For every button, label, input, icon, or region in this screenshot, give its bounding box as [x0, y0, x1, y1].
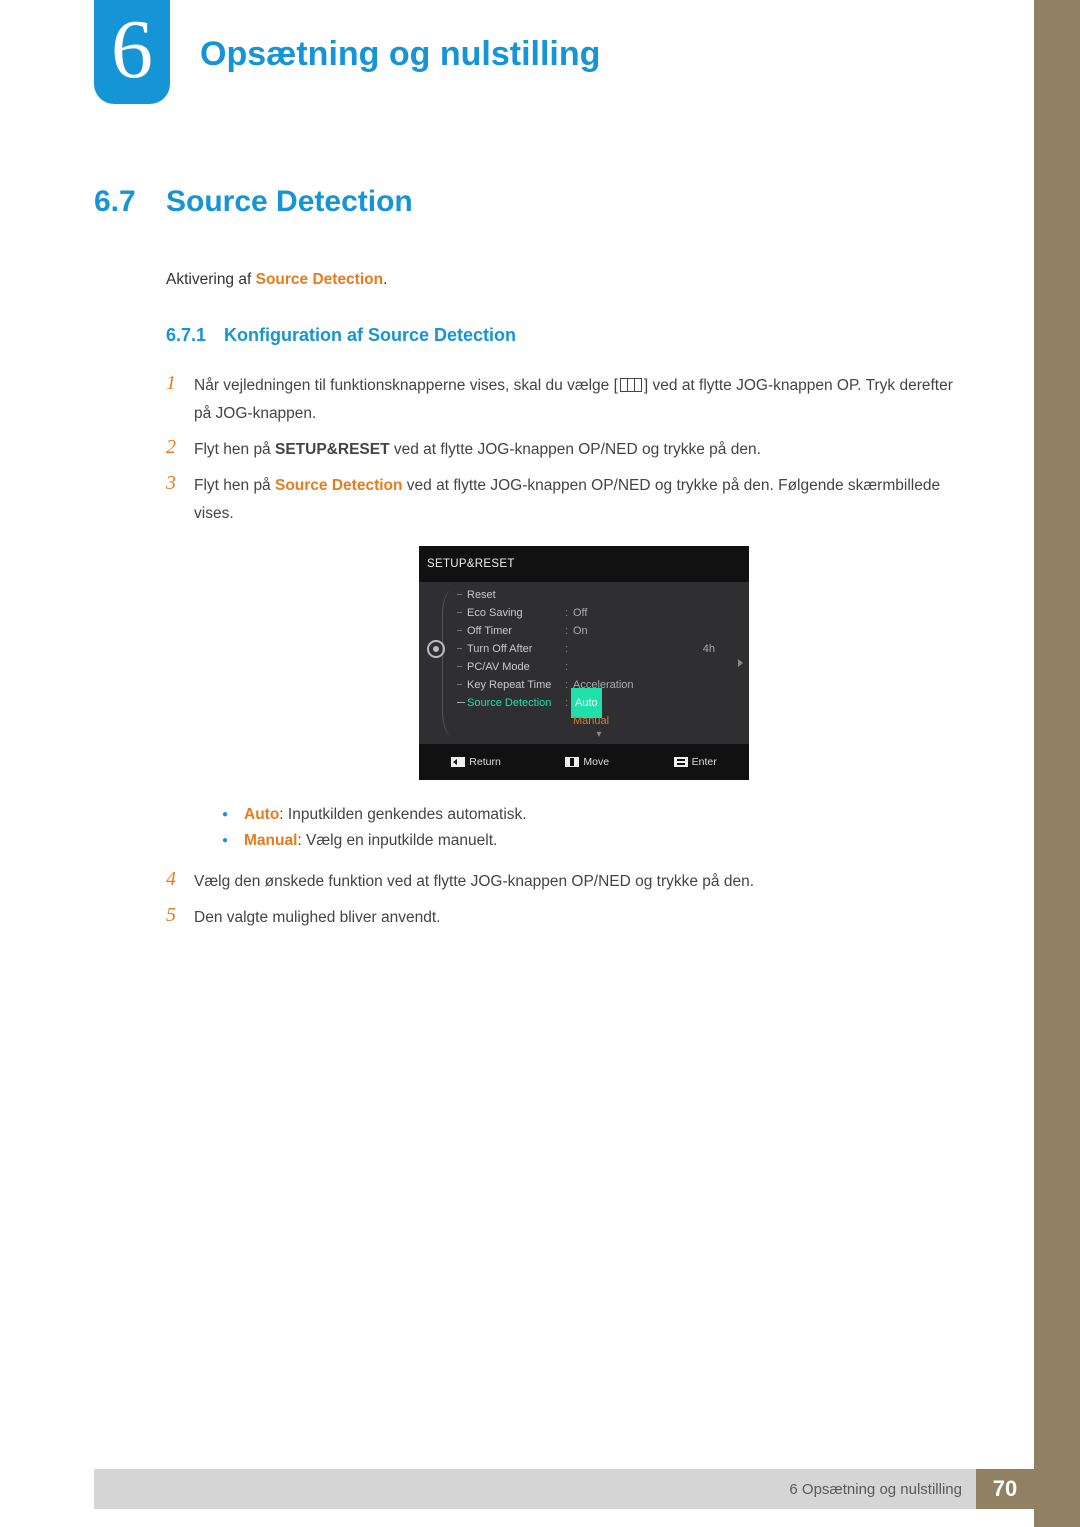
- osd-title: SETUP&RESET: [419, 546, 749, 582]
- osd-arc-decoration: [442, 590, 452, 736]
- page-number: 70: [976, 1469, 1034, 1509]
- bullet-dot-icon: ●: [222, 802, 244, 828]
- bullet-term: Auto: [244, 806, 279, 823]
- chapter-number: 6: [111, 3, 153, 96]
- section-title: Source Detection: [166, 185, 413, 219]
- intro-prefix: Aktivering af: [166, 271, 256, 288]
- menu-icon: [620, 378, 642, 392]
- chapter-badge: 6: [94, 0, 170, 104]
- subsection-heading: 6.7.1 Konfiguration af Source Detection: [166, 325, 974, 346]
- option-bullets: ● Auto: Inputkilden genkendes automatisk…: [222, 802, 974, 854]
- step-body: Flyt hen på SETUP&RESET ved at flytte JO…: [194, 436, 974, 464]
- bullet-term: Manual: [244, 832, 297, 849]
- step-number: 3: [166, 472, 194, 494]
- step-1: 1 Når vejledningen til funktionsknappern…: [166, 372, 974, 428]
- osd-row-manual: Manual: [455, 712, 743, 730]
- step-number: 1: [166, 372, 194, 394]
- step-body: Den valgte mulighed bliver anvendt.: [194, 904, 974, 932]
- section-number: 6.7: [94, 185, 166, 219]
- chapter-title: Opsætning og nulstilling: [200, 35, 600, 74]
- subsection-number: 6.7.1: [166, 325, 224, 346]
- osd-value-option: Manual: [571, 707, 743, 735]
- footer-chapter-label: 6 Opsætning og nulstilling: [94, 1469, 976, 1509]
- steps-list: 1 Når vejledningen til funktionsknappern…: [166, 372, 974, 932]
- subsection-title: Konfiguration af Source Detection: [224, 325, 516, 346]
- bullet-text: : Inputkilden genkendes automatisk.: [279, 806, 526, 823]
- step-term: SETUP&RESET: [275, 441, 390, 458]
- bullet-auto: ● Auto: Inputkilden genkendes automatisk…: [222, 802, 974, 828]
- osd-footer-label: Move: [583, 748, 609, 776]
- step-2: 2 Flyt hen på SETUP&RESET ved at flytte …: [166, 436, 974, 464]
- intro-suffix: .: [383, 271, 387, 288]
- section-heading: 6.7 Source Detection: [94, 185, 974, 219]
- osd-footer-label: Return: [469, 748, 501, 776]
- step-4: 4 Vælg den ønskede funktion ved at flytt…: [166, 868, 974, 896]
- enter-icon: [674, 757, 688, 767]
- page-footer: 6 Opsætning og nulstilling 70: [94, 1469, 1034, 1509]
- step-term: Source Detection: [275, 477, 402, 494]
- return-icon: [451, 757, 465, 767]
- bullet-dot-icon: ●: [222, 828, 244, 854]
- step-text: Flyt hen på: [194, 441, 275, 458]
- bullet-text: : Vælg en inputkilde manuelt.: [297, 832, 497, 849]
- step-text: Når vejledningen til funktionsknapperne …: [194, 377, 618, 394]
- step-text: Flyt hen på: [194, 477, 275, 494]
- step-5: 5 Den valgte mulighed bliver anvendt.: [166, 904, 974, 932]
- osd-body: Reset Eco Saving:Off Off Timer:On Turn O…: [419, 582, 749, 744]
- intro-line: Aktivering af Source Detection.: [166, 271, 974, 289]
- step-number: 2: [166, 436, 194, 458]
- step-body: Flyt hen på Source Detection ved at flyt…: [194, 472, 974, 860]
- step-number: 4: [166, 868, 194, 890]
- step-text: ved at flytte JOG-knappen OP/NED og tryk…: [390, 441, 761, 458]
- move-icon: [565, 757, 579, 767]
- intro-term: Source Detection: [256, 271, 383, 288]
- gear-icon: [427, 640, 445, 658]
- osd-enter-hint: Enter: [674, 748, 717, 776]
- step-body: Når vejledningen til funktionsknapperne …: [194, 372, 974, 428]
- bullet-manual: ● Manual: Vælg en inputkilde manuelt.: [222, 828, 974, 854]
- step-number: 5: [166, 904, 194, 926]
- page-content: 6.7 Source Detection Aktivering af Sourc…: [94, 185, 974, 940]
- osd-screenshot: SETUP&RESET Reset Eco Saving:Off Off Tim…: [419, 546, 749, 780]
- side-accent-bar: [1034, 0, 1080, 1527]
- osd-footer: Return Move Enter: [419, 744, 749, 780]
- osd-move-hint: Move: [565, 748, 609, 776]
- osd-return-hint: Return: [451, 748, 501, 776]
- osd-footer-label: Enter: [692, 748, 717, 776]
- step-3: 3 Flyt hen på Source Detection ved at fl…: [166, 472, 974, 860]
- step-body: Vælg den ønskede funktion ved at flytte …: [194, 868, 974, 896]
